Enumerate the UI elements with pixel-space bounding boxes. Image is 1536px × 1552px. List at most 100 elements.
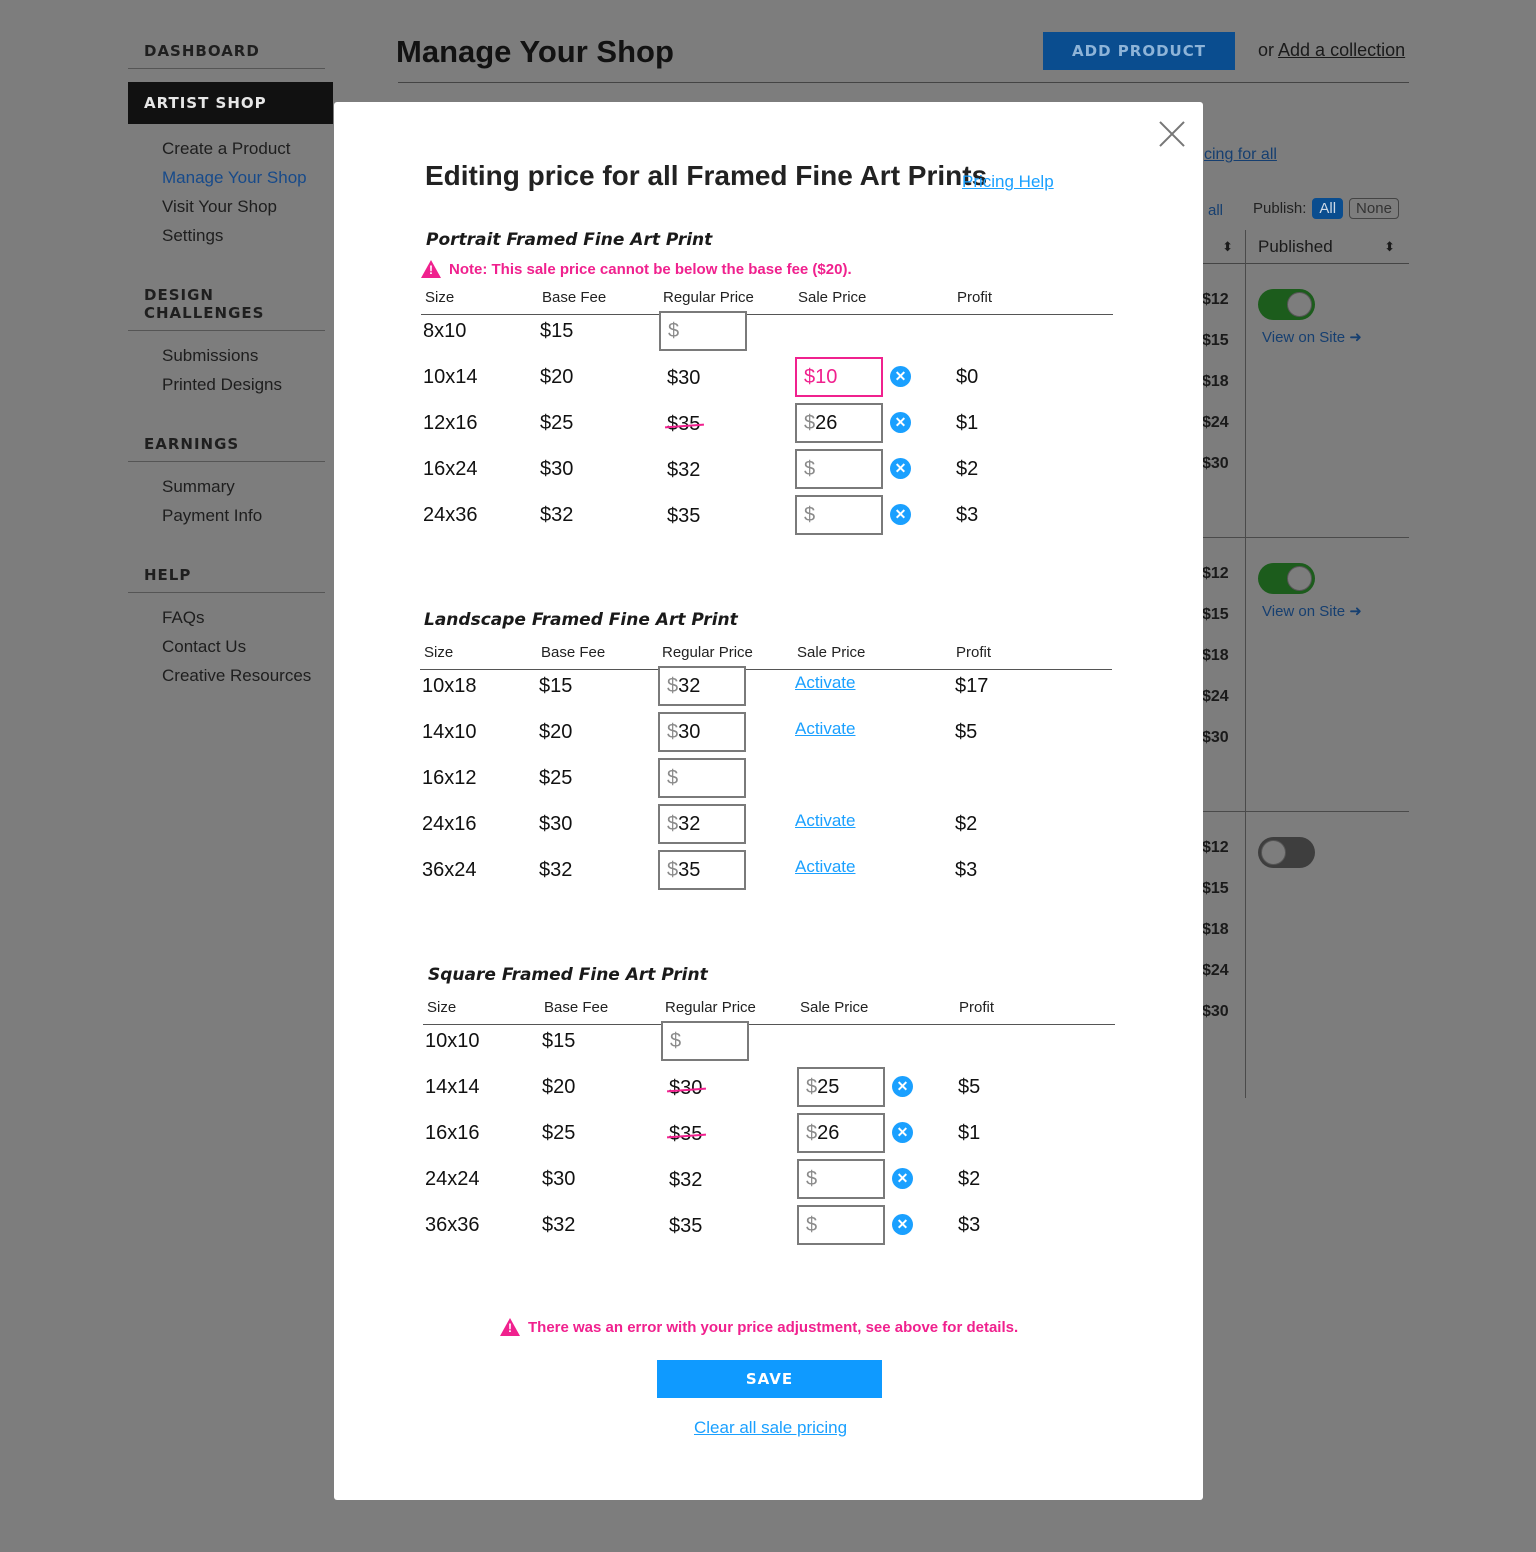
regular-price-input[interactable]: $ (658, 758, 746, 798)
regular-price-input[interactable]: $32 (658, 666, 746, 706)
publish-label: Publish: (1253, 200, 1307, 217)
sidebar-item-visit-shop[interactable]: Visit Your Shop (162, 192, 333, 221)
view-on-site-link[interactable]: View on Site ➜ (1262, 328, 1362, 346)
base-fee-cell: $30 (542, 1168, 576, 1190)
publish-toggle[interactable] (1258, 289, 1315, 320)
profit-cell: $1 (956, 412, 979, 434)
sidebar-artist-shop[interactable]: ARTIST SHOP (128, 82, 333, 124)
select-all-link[interactable]: all (1208, 202, 1223, 219)
sale-price-input[interactable]: $ (795, 449, 883, 489)
toggle-knob (1261, 840, 1286, 865)
dollar-sign: $ (804, 412, 816, 434)
sidebar-item-faqs[interactable]: FAQs (162, 603, 333, 632)
dollar-sign: $ (806, 1076, 818, 1098)
size-cell: 10x18 (422, 675, 477, 697)
publish-toggle[interactable] (1258, 837, 1315, 868)
base-fee-cell: $15 (542, 1030, 576, 1052)
profit-cell: $5 (955, 721, 978, 743)
size-cell: 12x16 (423, 412, 478, 434)
sidebar-design-challenges[interactable]: DESIGN CHALLENGES (128, 274, 325, 331)
sidebar-item-payment-info[interactable]: Payment Info (162, 501, 333, 530)
section-title: Landscape Framed Fine Art Print (424, 610, 738, 630)
design-challenges-menu: Submissions Printed Designs (128, 331, 333, 423)
publish-none-button[interactable]: None (1349, 198, 1399, 219)
error-message-text: There was an error with your price adjus… (528, 1318, 1019, 1336)
regular-price-cell: $35 (667, 505, 701, 527)
sidebar-item-contact-us[interactable]: Contact Us (162, 632, 333, 661)
sale-price-input[interactable]: $ (795, 495, 883, 535)
clear-sale-icon[interactable]: ✕ (892, 1076, 913, 1097)
activate-sale-link[interactable]: Activate (795, 673, 855, 693)
clear-sale-icon[interactable]: ✕ (892, 1168, 913, 1189)
warning-icon (500, 1318, 520, 1336)
background-price: $15 (1202, 606, 1229, 623)
sale-price-input[interactable]: $ (797, 1159, 885, 1199)
row-divider (1203, 537, 1409, 538)
regular-price-input[interactable]: $ (659, 311, 747, 351)
sidebar-item-submissions[interactable]: Submissions (162, 341, 333, 370)
activate-sale-link[interactable]: Activate (795, 857, 855, 877)
table-row: 12x16 $25 $35 $26 ✕ $1 (421, 403, 1113, 443)
regular-price-value: 32 (678, 675, 701, 697)
clear-sale-icon[interactable]: ✕ (890, 504, 911, 525)
sale-price-input[interactable]: $25 (797, 1067, 885, 1107)
or-label: or (1258, 40, 1275, 60)
clear-sale-icon[interactable]: ✕ (890, 412, 911, 433)
profit-cell: $2 (958, 1168, 981, 1190)
regular-price-cell: $35 (669, 1215, 703, 1237)
toggle-knob (1287, 566, 1312, 591)
close-icon[interactable] (1158, 120, 1186, 148)
sidebar-item-printed-designs[interactable]: Printed Designs (162, 370, 333, 399)
activate-sale-link[interactable]: Activate (795, 811, 855, 831)
table-row: 36x36 $32 $35 $ ✕ $3 (423, 1205, 1115, 1245)
clear-sale-icon[interactable]: ✕ (892, 1122, 913, 1143)
dollar-sign: $ (806, 1122, 818, 1144)
regular-price-value: 30 (678, 721, 701, 743)
sidebar-item-creative-resources[interactable]: Creative Resources (162, 661, 333, 690)
edit-price-modal: Editing price for all Framed Fine Art Pr… (334, 102, 1203, 1500)
column-header: Profit (959, 999, 995, 1016)
sidebar-item-settings[interactable]: Settings (162, 221, 333, 250)
publish-toggle[interactable] (1258, 563, 1315, 594)
column-header: Regular Price (665, 999, 756, 1016)
clear-sale-icon[interactable]: ✕ (892, 1214, 913, 1235)
clear-sale-icon[interactable]: ✕ (890, 458, 911, 479)
pricing-help-link[interactable]: Pricing Help (962, 172, 1054, 192)
column-header: Regular Price (662, 644, 753, 661)
regular-price-input[interactable]: $32 (658, 804, 746, 844)
published-column-header[interactable]: Published ⬍ (1246, 230, 1409, 264)
table-row: 24x24 $30 $32 $ ✕ $2 (423, 1159, 1115, 1199)
regular-price-input[interactable]: $30 (658, 712, 746, 752)
sidebar-item-create-product[interactable]: Create a Product (162, 134, 333, 163)
clear-sale-icon[interactable]: ✕ (890, 366, 911, 387)
sale-price-input[interactable]: $26 (797, 1113, 885, 1153)
save-button[interactable]: SAVE (657, 1360, 882, 1398)
clear-all-sale-pricing-link[interactable]: Clear all sale pricing (694, 1418, 847, 1438)
sale-price-input[interactable]: $26 (795, 403, 883, 443)
struck-regular-price: $35 (669, 1123, 703, 1145)
activate-sale-link[interactable]: Activate (795, 719, 855, 739)
regular-price-input[interactable]: $ (661, 1021, 749, 1061)
sale-price-input[interactable]: $10 (795, 357, 883, 397)
publish-all-button[interactable]: All (1312, 198, 1344, 219)
regular-price-cell: $32 (669, 1169, 703, 1191)
sale-price-input[interactable]: $ (797, 1205, 885, 1245)
sort-column-header[interactable]: ⬍ (1203, 230, 1245, 264)
note-text: Note: This sale price cannot be below th… (449, 260, 852, 278)
sidebar-earnings[interactable]: EARNINGS (128, 423, 325, 462)
column-header: Size (427, 999, 457, 1016)
add-collection-link[interactable]: Add a collection (1278, 40, 1405, 60)
edit-pricing-for-all-link[interactable]: cing for all (1204, 146, 1277, 164)
column-header: Sale Price (797, 644, 866, 661)
add-product-button[interactable]: ADD PRODUCT (1043, 32, 1235, 70)
toggle-knob (1287, 292, 1312, 317)
sidebar-dashboard[interactable]: DASHBOARD (128, 30, 325, 69)
help-menu: FAQs Contact Us Creative Resources (128, 593, 333, 714)
sidebar-help[interactable]: HELP (128, 554, 325, 593)
sidebar-item-summary[interactable]: Summary (162, 472, 333, 501)
regular-price-value: 32 (678, 813, 701, 835)
view-on-site-link[interactable]: View on Site ➜ (1262, 602, 1362, 620)
regular-price-input[interactable]: $35 (658, 850, 746, 890)
table-row: 10x18 $15 $32 Activate $17 (420, 666, 1112, 706)
sidebar-item-manage-shop[interactable]: Manage Your Shop (162, 163, 333, 192)
